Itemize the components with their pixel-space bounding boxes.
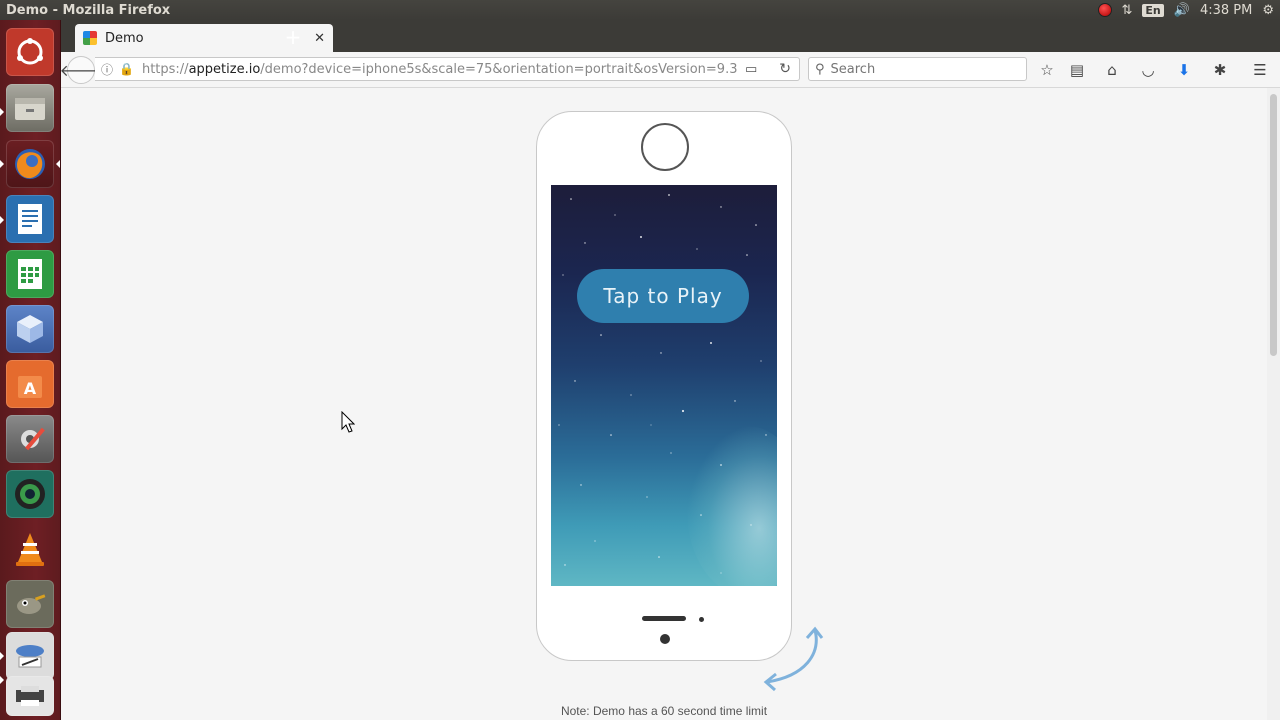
site-info-icon[interactable]: ⓘ [101, 61, 113, 78]
search-bar[interactable]: ⚲ [808, 57, 1027, 81]
unity-launcher: A [0, 20, 61, 720]
svg-text:A: A [24, 379, 37, 398]
url-text[interactable]: https://appetize.io/demo?device=iphone5s… [142, 62, 745, 77]
back-button[interactable]: 🡐 [60, 56, 102, 84]
running-indicator [0, 216, 4, 224]
window-title: Demo - Mozilla Firefox [6, 2, 171, 18]
calc-icon[interactable] [6, 250, 54, 298]
keyboard-layout-indicator[interactable]: En [1142, 3, 1164, 17]
pocket-icon[interactable]: ◡ [1138, 60, 1158, 80]
proximity-sensor [699, 617, 704, 622]
mouse-pointer-icon [341, 411, 355, 433]
network-icon[interactable]: ⇅ [1122, 3, 1133, 18]
search-input[interactable] [830, 61, 1011, 77]
settings-icon[interactable] [6, 415, 54, 463]
running-indicator [0, 652, 4, 660]
clock[interactable]: 4:38 PM [1200, 3, 1252, 18]
volume-icon[interactable]: 🔊 [1174, 3, 1190, 18]
url-path: /demo?device=iphone5s&scale=75&orientati… [260, 61, 738, 77]
url-host: appetize.io [188, 61, 261, 77]
running-indicator [0, 160, 4, 168]
session-gear-icon[interactable]: ⚙ [1262, 3, 1274, 18]
camera-app-icon[interactable] [6, 470, 54, 518]
vlc-icon[interactable] [6, 525, 54, 573]
page-content: Tap to Play Note: Demo has a 60 second t… [61, 88, 1267, 720]
gimp-icon[interactable] [6, 580, 54, 628]
rotate-device-icon[interactable] [755, 624, 827, 694]
appetize-favicon-icon [83, 31, 97, 45]
running-indicator [0, 676, 4, 684]
tab-strip: Demo ✕ + [61, 20, 1280, 52]
remmina-icon[interactable] [6, 632, 54, 680]
camera-ring-icon [641, 123, 689, 171]
ubuntu-dash-icon[interactable] [6, 28, 54, 76]
extension-icon[interactable]: ✱ [1210, 60, 1230, 80]
downloads-icon[interactable]: ⬇ [1174, 60, 1194, 80]
time-limit-note: Note: Demo has a 60 second time limit [560, 704, 768, 718]
earpiece-speaker [642, 616, 686, 621]
page-scrollbar[interactable] [1267, 88, 1280, 720]
writer-icon[interactable] [6, 195, 54, 243]
new-tab-button[interactable]: + [281, 25, 305, 49]
close-tab-icon[interactable]: ✕ [314, 31, 325, 46]
iphone-device-frame: Tap to Play [536, 111, 792, 661]
url-bar[interactable]: ⓘ 🔒 https://appetize.io/demo?device=ipho… [95, 57, 800, 81]
files-icon[interactable] [6, 84, 54, 132]
scrollbar-thumb[interactable] [1270, 94, 1277, 356]
bookmarks-list-icon[interactable]: ▤ [1067, 60, 1087, 80]
reader-view-icon[interactable]: ▭ [745, 62, 757, 77]
tap-to-play-button[interactable]: Tap to Play [577, 269, 749, 323]
software-center-icon[interactable]: A [6, 360, 54, 408]
navigation-toolbar: 🡐 ⓘ 🔒 https://appetize.io/demo?device=ip… [60, 52, 1280, 88]
bookmark-star-icon[interactable]: ☆ [1037, 60, 1057, 80]
firefox-icon[interactable] [6, 140, 54, 188]
url-scheme: https:// [141, 61, 189, 77]
indicator-area: ⇅ En 🔊 4:38 PM ⚙ [1097, 3, 1280, 18]
reload-icon[interactable]: ↻ [779, 61, 791, 77]
lock-icon: 🔒 [119, 62, 134, 76]
3d-cube-icon[interactable] [6, 305, 54, 353]
running-indicator [0, 108, 4, 116]
menu-icon[interactable]: ☰ [1250, 60, 1270, 80]
home-icon[interactable]: ⌂ [1102, 60, 1122, 80]
search-icon: ⚲ [815, 61, 825, 77]
active-indicator [56, 160, 60, 168]
record-indicator-icon[interactable] [1097, 3, 1112, 17]
system-top-panel: Demo - Mozilla Firefox ⇅ En 🔊 4:38 PM ⚙ [0, 0, 1280, 20]
device-screen[interactable]: Tap to Play [551, 185, 777, 586]
printer-icon[interactable] [6, 676, 54, 716]
home-button[interactable] [660, 634, 670, 644]
